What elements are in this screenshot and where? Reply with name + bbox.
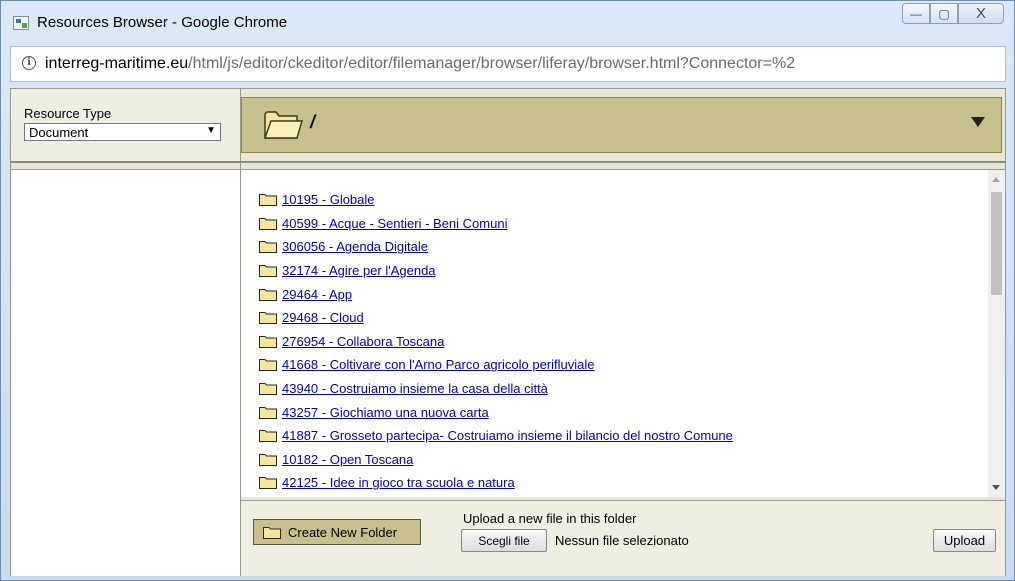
folder-icon — [259, 241, 277, 254]
scroll-up-icon[interactable] — [992, 177, 1000, 182]
app-icon — [13, 16, 29, 30]
folder-link[interactable]: 29464 - App — [282, 287, 352, 302]
close-icon: X — [975, 5, 986, 22]
create-folder-label: Create New Folder — [288, 524, 398, 540]
folder-items: 10195 - Globale 40599 - Acque - Sentieri … — [259, 188, 733, 497]
upload-label: Upload a new file in this folder — [463, 511, 637, 526]
folder-icon — [259, 359, 277, 372]
address-bar[interactable]: i interreg-maritime.eu/html/js/editor/ck… — [10, 46, 1006, 82]
folder-link[interactable]: 43257 - Giochiamo una nuova carta — [282, 405, 489, 420]
folder-link[interactable]: 43940 - Costruiamo insieme la casa della… — [282, 381, 548, 396]
folder-icon — [259, 406, 277, 419]
maximize-icon: ▢ — [938, 6, 950, 21]
folder-link[interactable]: 29468 - Cloud — [282, 310, 364, 325]
folder-row[interactable]: 306056 - Agenda Digitale — [259, 235, 733, 259]
folder-icon — [259, 383, 277, 396]
path-dropdown-icon[interactable] — [971, 117, 985, 127]
folder-row[interactable]: 29468 - Cloud — [259, 306, 733, 330]
folder-icon — [259, 194, 277, 207]
right-pane: / 10195 - Globale 40599 - Acque - Sentier… — [241, 89, 1005, 576]
scrollbar[interactable] — [988, 170, 1005, 497]
folder-row[interactable]: 276954 - Collabora Toscana — [259, 330, 733, 354]
folder-row[interactable]: 42125 - Idee in gioco tra scuola e natur… — [259, 471, 733, 495]
folder-row[interactable]: 43257 - Giochiamo una nuova carta — [259, 400, 733, 424]
info-icon[interactable]: i — [22, 56, 36, 70]
resource-type-panel: Resource Type Document ▼ — [11, 89, 240, 163]
folder-row[interactable]: 40599 - Acque - Sentieri - Beni Comuni — [259, 212, 733, 236]
minimize-button[interactable]: — — [902, 3, 930, 24]
resource-type-select[interactable]: Document ▼ — [24, 123, 221, 141]
folder-row[interactable]: 29464 - App — [259, 282, 733, 306]
dropdown-arrow-icon: ▼ — [206, 125, 216, 136]
title-bar[interactable]: Resources Browser - Google Chrome — ▢ X — [1, 1, 1014, 43]
folder-link[interactable]: 41668 - Coltivare con l'Arno Parco agric… — [282, 357, 594, 372]
window-title: Resources Browser - Google Chrome — [37, 14, 288, 31]
folder-icon — [259, 288, 277, 301]
folder-icon — [259, 265, 277, 278]
close-button[interactable]: X — [958, 3, 1004, 24]
path-bar[interactable]: / — [241, 97, 1002, 153]
resource-type-label: Resource Type — [24, 106, 112, 121]
folder-icon — [263, 526, 281, 539]
folder-link[interactable]: 40599 - Acque - Sentieri - Beni Comuni — [282, 216, 507, 231]
create-folder-button[interactable]: Create New Folder — [253, 519, 421, 545]
folder-row[interactable]: 43940 - Costruiamo insieme la casa della… — [259, 377, 733, 401]
folder-link[interactable]: 42125 - Idee in gioco tra scuola e natur… — [282, 475, 515, 490]
maximize-button[interactable]: ▢ — [930, 3, 958, 24]
resource-type-value: Document — [29, 125, 89, 140]
current-path: / — [310, 112, 316, 132]
folder-link[interactable]: 276954 - Collabora Toscana — [282, 334, 444, 349]
folder-row[interactable]: 41887 - Grosseto partecipa- Costruiamo i… — [259, 424, 733, 448]
window-controls: — ▢ X — [902, 3, 1004, 25]
url-host: interreg-maritime.eu — [45, 55, 189, 72]
folder-row[interactable]: 10195 - Globale — [259, 188, 733, 212]
upload-button[interactable]: Upload — [933, 529, 996, 552]
scroll-thumb[interactable] — [991, 192, 1002, 295]
no-file-text: Nessun file selezionato — [555, 533, 689, 548]
folder-open-icon — [263, 111, 303, 139]
scroll-down-icon[interactable] — [992, 485, 1000, 490]
folder-link[interactable]: 10195 - Globale — [282, 192, 375, 207]
url-text[interactable]: interreg-maritime.eu/html/js/editor/cked… — [45, 55, 1000, 73]
divider — [241, 161, 1005, 163]
folder-row[interactable]: 32174 - Agire per l'Agenda — [259, 259, 733, 283]
folder-link[interactable]: 41887 - Grosseto partecipa- Costruiamo i… — [282, 428, 733, 443]
folder-link[interactable]: 32174 - Agire per l'Agenda — [282, 263, 436, 278]
folder-link[interactable]: 306056 - Agenda Digitale — [282, 239, 428, 254]
folder-tree-panel — [11, 169, 240, 576]
resource-browser: Resource Type Document ▼ / 10195 - Globa… — [10, 88, 1006, 576]
folder-icon — [259, 453, 277, 466]
choose-file-button[interactable]: Scegli file — [461, 529, 547, 552]
folder-icon — [259, 312, 277, 325]
folder-row[interactable]: 41668 - Coltivare con l'Arno Parco agric… — [259, 353, 733, 377]
upload-panel: Create New Folder Upload a new file in t… — [241, 500, 1005, 576]
url-path: /html/js/editor/ckeditor/editor/filemana… — [188, 55, 796, 72]
folder-icon — [259, 430, 277, 443]
browser-window: Resources Browser - Google Chrome — ▢ X … — [0, 0, 1015, 581]
folder-icon — [259, 217, 277, 230]
folder-list: 10195 - Globale 40599 - Acque - Sentieri … — [241, 169, 1005, 497]
folder-link[interactable]: 10182 - Open Toscana — [282, 452, 413, 467]
folder-icon — [259, 477, 277, 490]
left-pane: Resource Type Document ▼ — [11, 89, 241, 576]
folder-icon — [259, 335, 277, 348]
folder-row[interactable]: 10182 - Open Toscana — [259, 448, 733, 472]
minimize-icon: — — [910, 6, 922, 21]
folder-row-partial — [259, 495, 733, 497]
